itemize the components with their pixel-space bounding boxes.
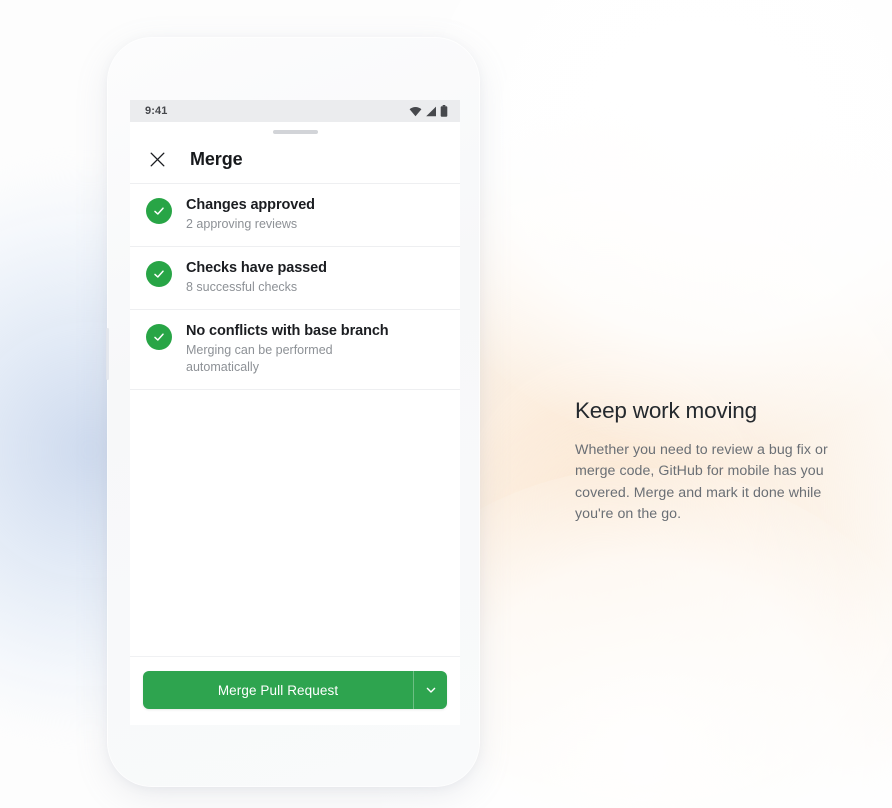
close-button[interactable] (146, 149, 168, 171)
sheet-empty-space (130, 390, 460, 656)
list-item-text: Checks have passed 8 successful checks (186, 259, 327, 296)
battery-icon (440, 105, 448, 117)
merge-pull-request-button[interactable]: Merge Pull Request (143, 671, 447, 709)
phone-side-button (106, 328, 109, 380)
list-item-subtitle: 2 approving reviews (186, 217, 298, 231)
list-item-title: Changes approved (186, 197, 315, 213)
list-item[interactable]: Checks have passed 8 successful checks (130, 247, 460, 310)
list-item-title: Checks have passed (186, 260, 327, 276)
list-item-text: Changes approved 2 approving reviews (186, 196, 315, 233)
signal-icon (426, 106, 436, 116)
feature-copy-block: Keep work moving Whether you need to rev… (575, 396, 847, 525)
check-circle-icon (146, 324, 172, 350)
phone-screen: 9:41 Merge Changes approved 2 approving … (130, 100, 460, 725)
checkmark-glyph (154, 333, 164, 341)
page-title: Merge (190, 149, 243, 169)
sheet-header: Merge (130, 136, 460, 184)
check-circle-icon (146, 261, 172, 287)
close-icon (150, 152, 164, 167)
status-bar-icons (409, 105, 448, 117)
list-item[interactable]: Changes approved 2 approving reviews (130, 184, 460, 247)
merge-button-label[interactable]: Merge Pull Request (143, 671, 413, 709)
drag-handle[interactable] (272, 129, 318, 134)
list-item-title: No conflicts with base branch (186, 323, 389, 339)
feature-description: Whether you need to review a bug fix or … (575, 442, 828, 522)
merge-options-dropdown-button[interactable] (413, 671, 447, 709)
phone-mockup: 9:41 Merge Changes approved 2 approving … (106, 38, 479, 786)
list-item-text: No conflicts with base branch Merging ca… (186, 322, 389, 376)
status-bar: 9:41 (130, 100, 460, 122)
status-bar-time: 9:41 (145, 105, 168, 117)
checkmark-glyph (154, 270, 164, 278)
checkmark-glyph (154, 207, 164, 215)
merge-checks-list: Changes approved 2 approving reviews Che… (130, 184, 460, 390)
sheet-footer: Merge Pull Request (130, 656, 460, 725)
check-circle-icon (146, 198, 172, 224)
chevron-down-icon (426, 687, 435, 693)
list-item[interactable]: No conflicts with base branch Merging ca… (130, 310, 460, 390)
sheet-grabber-area[interactable] (130, 122, 460, 136)
feature-heading: Keep work moving (575, 398, 757, 423)
merge-bottom-sheet: Merge Changes approved 2 approving revie… (130, 122, 460, 725)
list-item-subtitle: 8 successful checks (186, 280, 298, 294)
wifi-icon (409, 106, 422, 116)
list-item-subtitle: Merging can be performed automatically (186, 343, 333, 374)
